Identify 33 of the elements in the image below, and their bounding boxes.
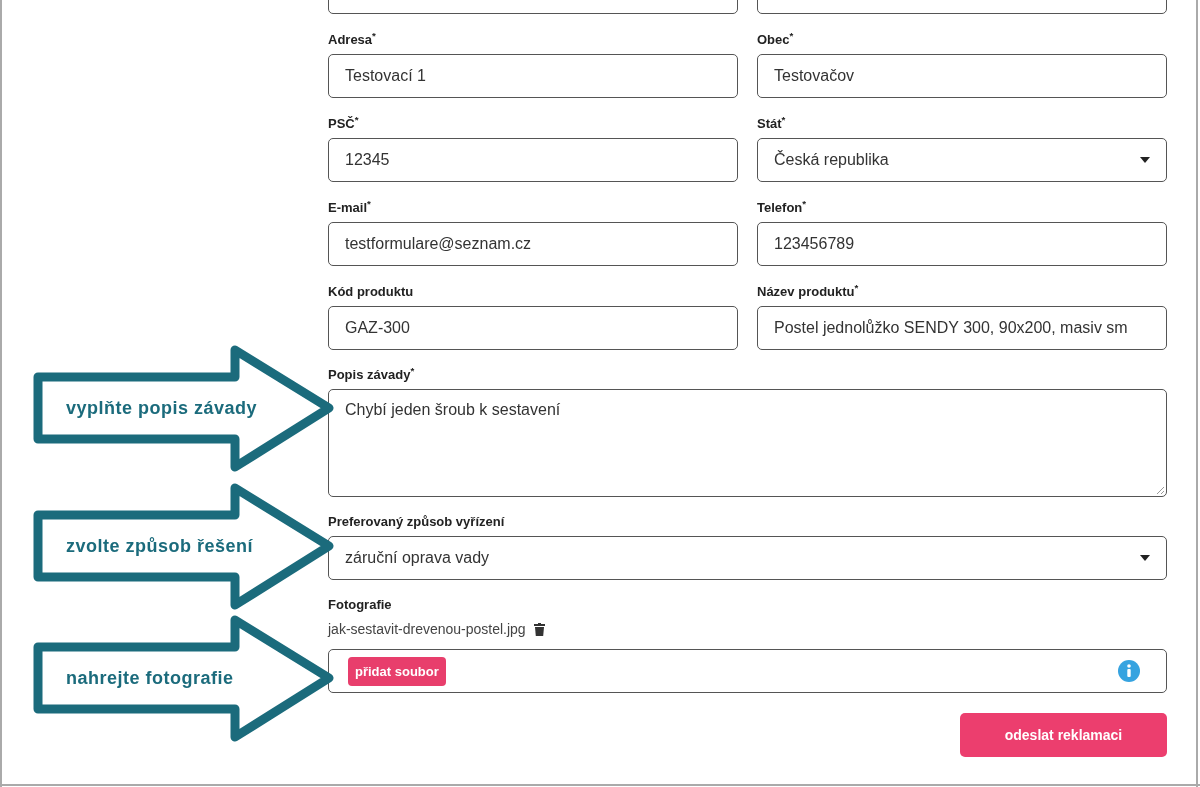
field-label: Stát$^{*}$ (757, 114, 786, 133)
input-field[interactable]: Testovačov (757, 54, 1167, 98)
submit-button[interactable]: odeslat reklamaci (960, 713, 1167, 757)
description-textarea[interactable]: Chybí jeden šroub k sestavení (328, 389, 1167, 497)
file-upload-field[interactable]: přidat soubor (328, 649, 1167, 693)
input-field[interactable]: GAZ-300 (328, 306, 738, 350)
input-field[interactable]: 123456789 (757, 222, 1167, 266)
select-field[interactable]: Česká republika (757, 138, 1167, 182)
add-file-button[interactable]: přidat soubor (348, 656, 446, 686)
field-label: Adresa$^{*}$ (328, 30, 376, 49)
input-field[interactable]: testformulare@seznam.cz (328, 222, 738, 266)
input-field[interactable]: 12345 (328, 138, 738, 182)
input-field[interactable]: Postel jednolůžko SENDY 300, 90x200, masiv sm (757, 306, 1167, 350)
field-label: Telefon$^{*}$ (757, 198, 807, 217)
info-icon[interactable] (1118, 660, 1140, 682)
dropdown-caret-icon (1140, 157, 1150, 163)
dropdown-caret-icon (1140, 555, 1150, 561)
annotation-text: nahrejte fotografie (66, 667, 234, 690)
input-field[interactable]: Testovací 1 (328, 54, 738, 98)
field-label: Obec$^{*}$ (757, 30, 794, 49)
field-label: E-mail$^{*}$ (328, 198, 371, 217)
annotation-text: vyplňte popis závady (66, 397, 258, 420)
resize-handle-icon (1156, 486, 1164, 494)
select-field[interactable]: záruční oprava vady (328, 536, 1167, 580)
field-label: Kód produktu (328, 283, 414, 301)
field-label: Popis závady$^{*}$ (328, 365, 415, 384)
field-label: Fotografie (328, 596, 392, 614)
trash-icon[interactable] (533, 622, 545, 636)
field-label: Preferovaný způsob vyřízení (328, 513, 505, 531)
annotation-text: zvolte způsob řešení (66, 535, 254, 558)
field-label: Název produktu$^{*}$ (757, 282, 859, 301)
field-label: PSČ$^{*}$ (328, 114, 359, 133)
file-name: jak-sestavit-drevenou-postel.jpg (328, 619, 526, 639)
